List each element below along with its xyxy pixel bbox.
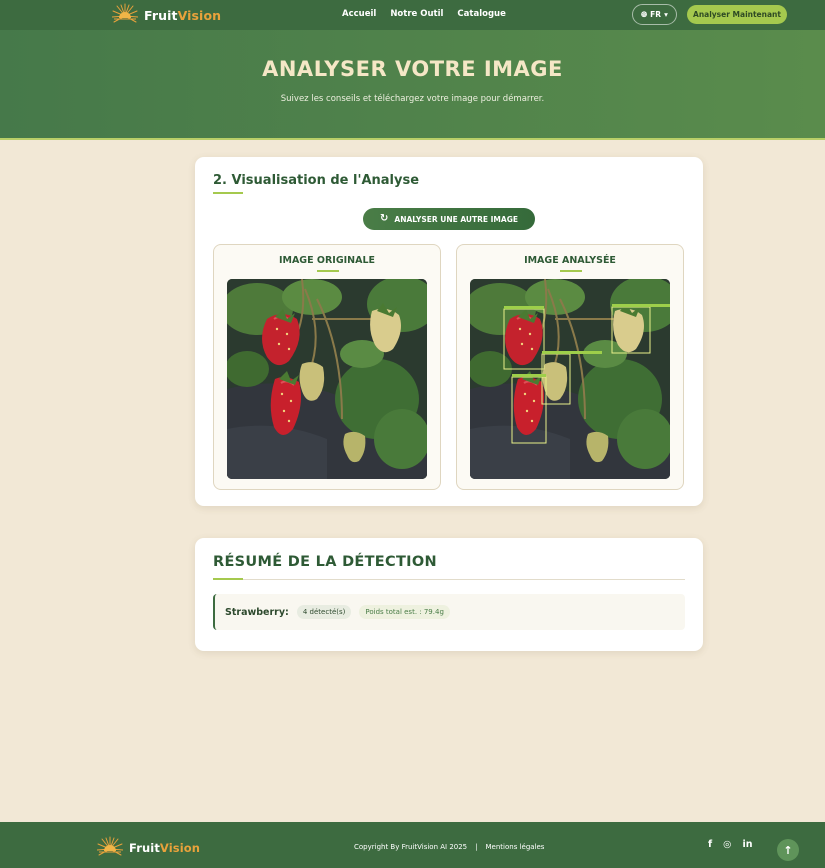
analyze-another-button[interactable]: ↻ ANALYSER UNE AUTRE IMAGE — [363, 208, 535, 230]
original-image — [227, 279, 427, 479]
detection-label — [612, 304, 670, 307]
main-nav: Accueil Notre Outil Catalogue — [342, 9, 506, 19]
footer: FruitVision Copyright By FruitVision AI … — [0, 822, 825, 868]
language-code: FR — [650, 10, 662, 19]
detection-label — [504, 306, 544, 309]
original-image-panel: IMAGE ORIGINALE — [213, 244, 441, 490]
detection-label — [512, 374, 546, 377]
panel-underline — [560, 270, 582, 272]
footer-separator: | — [475, 843, 478, 851]
legal-link[interactable]: Mentions légales — [486, 843, 545, 851]
analyze-now-button[interactable]: Analyser Maintenant — [687, 5, 787, 24]
detection-summary-card: RÉSUMÉ DE LA DÉTECTION Strawberry: 4 dét… — [195, 538, 703, 651]
brand-name: FruitVision — [144, 7, 222, 23]
analyzed-image — [470, 279, 670, 479]
language-selector[interactable]: 🌐︎ FR ▾ — [632, 4, 677, 25]
copyright: Copyright By FruitVision AI 2025 | Menti… — [354, 843, 544, 851]
analysis-card: 2. Visualisation de l'Analyse ↻ ANALYSER… — [195, 157, 703, 506]
panel-underline — [317, 270, 339, 272]
summary-divider — [213, 579, 685, 580]
linkedin-icon[interactable]: in — [742, 839, 752, 851]
nav-link-notre-outil[interactable]: Notre Outil — [390, 9, 443, 19]
instagram-icon[interactable]: ◎ — [723, 839, 731, 851]
nav-link-catalogue[interactable]: Catalogue — [457, 9, 505, 19]
brand-logo[interactable]: FruitVision — [112, 3, 221, 27]
refresh-icon: ↻ — [380, 213, 389, 224]
analysis-title: 2. Visualisation de l'Analyse — [213, 173, 420, 188]
detected-count-badge: 4 détecté(s) — [296, 605, 352, 619]
facebook-icon[interactable]: f — [708, 839, 712, 851]
hero-banner: ANALYSER VOTRE IMAGE Suivez les conseils… — [0, 30, 825, 140]
sun-logo-icon — [97, 836, 123, 860]
social-links: f ◎ in — [708, 839, 752, 851]
navbar: FruitVision Accueil Notre Outil Catalogu… — [0, 0, 825, 30]
title-underline — [213, 192, 243, 194]
sun-logo-icon — [112, 3, 138, 27]
footer-brand-name: FruitVision — [129, 841, 201, 855]
detection-label — [542, 351, 602, 354]
original-image-title: IMAGE ORIGINALE — [278, 255, 376, 266]
result-row: Strawberry: 4 détecté(s) Poids total est… — [213, 594, 685, 630]
copyright-text: Copyright By FruitVision AI 2025 — [354, 843, 468, 851]
analyzed-image-title: IMAGE ANALYSÉE — [524, 255, 616, 266]
summary-title: RÉSUMÉ DE LA DÉTECTION — [213, 554, 437, 570]
fruit-name: Strawberry: — [225, 606, 289, 618]
page-subtitle: Suivez les conseils et téléchargez votre… — [280, 94, 545, 104]
page-title: ANALYSER VOTRE IMAGE — [262, 57, 563, 81]
analyzed-image-panel: IMAGE ANALYSÉE — [456, 244, 684, 490]
globe-icon: 🌐︎ — [641, 9, 648, 19]
arrow-up-icon: ↑ — [783, 843, 793, 857]
summary-divider-accent — [213, 578, 243, 580]
analyze-another-label: ANALYSER UNE AUTRE IMAGE — [394, 214, 518, 224]
chevron-down-icon: ▾ — [664, 10, 668, 19]
scroll-to-top-button[interactable]: ↑ — [777, 839, 799, 861]
total-weight-badge: Poids total est. : 79.4g — [359, 605, 450, 619]
footer-brand-logo[interactable]: FruitVision — [97, 836, 200, 860]
nav-link-accueil[interactable]: Accueil — [342, 9, 376, 19]
